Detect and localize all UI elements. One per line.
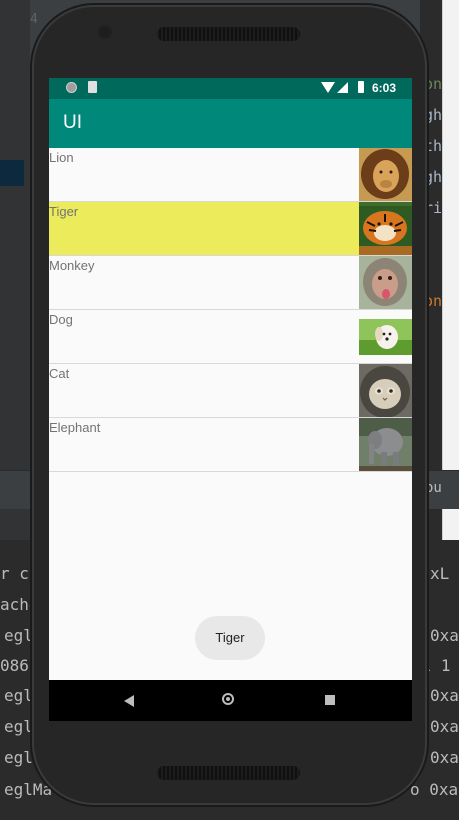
dog-photo xyxy=(359,310,412,363)
elephant-photo xyxy=(359,418,412,471)
lion-photo xyxy=(359,148,412,201)
list-item-label: Tiger xyxy=(49,204,79,219)
back-icon[interactable] xyxy=(124,695,134,707)
console-line: egl xyxy=(4,626,33,645)
console-line: o 0xa xyxy=(410,780,459,799)
list-item-label: Monkey xyxy=(49,258,95,273)
console-line: egl xyxy=(4,686,33,705)
bottom-speaker xyxy=(157,766,300,780)
recent-apps-icon[interactable] xyxy=(325,695,335,705)
list-item-label: Elephant xyxy=(49,420,101,435)
cat-photo xyxy=(359,364,412,417)
ide-popup-panel xyxy=(442,0,459,608)
status-bar: 6:03 xyxy=(49,78,412,99)
ide-selected-item xyxy=(0,160,24,186)
list-item-monkey[interactable]: Monkey xyxy=(49,256,412,310)
sd-card-icon xyxy=(88,81,97,93)
list-item-elephant[interactable]: Elephant xyxy=(49,418,412,472)
console-line: xL xyxy=(430,564,450,583)
ide-tool-bar-text: ou xyxy=(425,480,442,496)
home-icon[interactable] xyxy=(222,693,234,705)
list-item-cat[interactable]: Cat xyxy=(49,364,412,418)
wifi-icon xyxy=(321,82,335,93)
top-speaker xyxy=(157,27,300,41)
app-title: UI xyxy=(63,112,82,133)
signal-icon xyxy=(337,82,348,93)
app-bar: UI xyxy=(49,99,412,148)
tiger-photo xyxy=(359,202,412,255)
list-item-label: Dog xyxy=(49,312,73,327)
phone-screen: 6:03 UI Lion Tiger Monkey Dog Cat Elepha… xyxy=(49,78,412,721)
navigation-bar xyxy=(49,680,412,721)
console-line: 0xa xyxy=(430,748,459,767)
console-line: egl xyxy=(4,748,33,767)
front-camera xyxy=(100,27,110,37)
console-line: 0xa xyxy=(430,686,459,705)
ide-line-number: 4 xyxy=(30,12,38,27)
console-line: eglMa xyxy=(4,780,53,799)
monkey-photo xyxy=(359,256,412,309)
battery-icon xyxy=(358,81,364,93)
notification-icon xyxy=(66,82,77,93)
list-item-label: Lion xyxy=(49,150,74,165)
list-item-tiger[interactable]: Tiger xyxy=(49,202,412,256)
list-item-label: Cat xyxy=(49,366,70,381)
list-item-dog[interactable]: Dog xyxy=(49,310,412,364)
toast-message: Tiger xyxy=(195,616,265,660)
animal-list[interactable]: Lion Tiger Monkey Dog Cat Elephant xyxy=(49,148,412,472)
status-time: 6:03 xyxy=(372,81,397,95)
ide-project-panel xyxy=(0,0,30,540)
toast-text: Tiger xyxy=(215,630,245,645)
console-line: egl xyxy=(4,717,33,736)
list-item-lion[interactable]: Lion xyxy=(49,148,412,202)
console-line: 0xa xyxy=(430,717,459,736)
console-line: 0xa xyxy=(430,626,459,645)
